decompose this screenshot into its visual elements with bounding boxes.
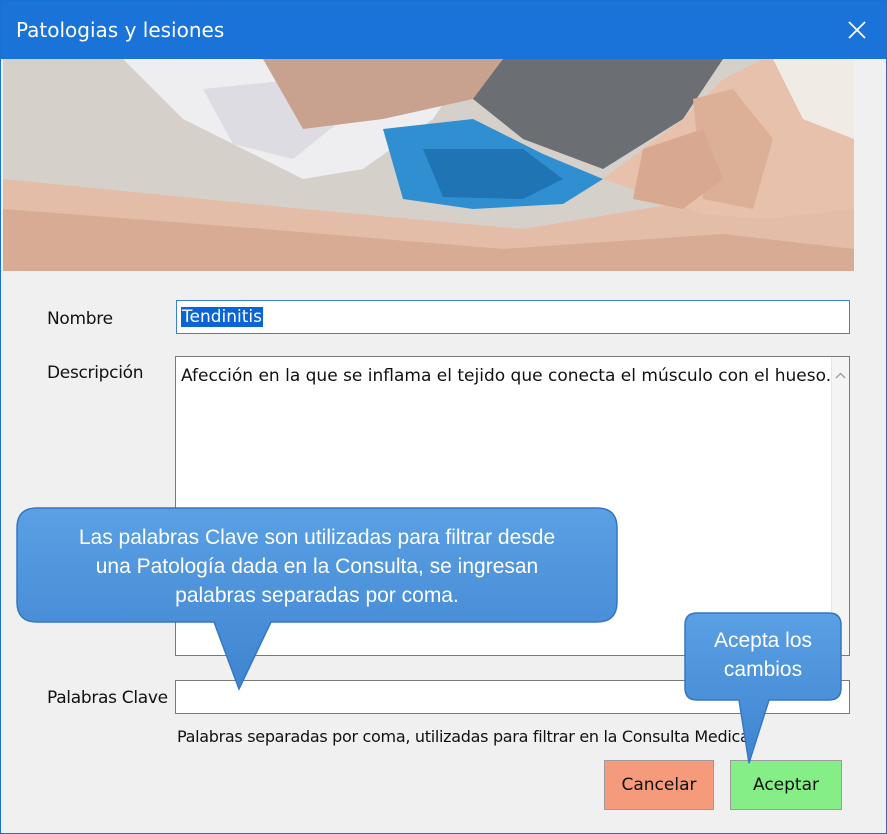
callout-keywords-line3: palabras separadas por coma.: [175, 584, 459, 607]
callout-accept-text: Acepta los cambios: [687, 626, 839, 684]
callout-keywords-line1: Las palabras Clave son utilizadas para f…: [78, 526, 556, 549]
callout-accept-line1: Acepta los: [713, 629, 813, 652]
callout-keywords-line2: una Patología dada en la Consulta, se in…: [95, 555, 539, 578]
callout-accept-line2: cambios: [723, 658, 803, 681]
callout-keywords-shape: [16, 507, 842, 764]
dialog-window: Patologias y lesiones Nombre Tendinitis …: [0, 0, 887, 834]
callout-keywords-text: Las palabras Clave son utilizadas para f…: [21, 523, 613, 610]
